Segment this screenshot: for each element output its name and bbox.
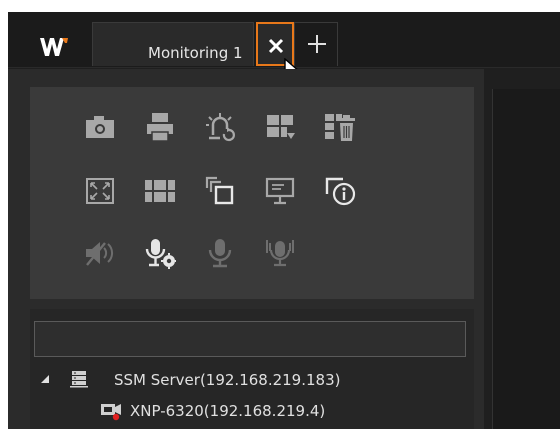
monitor-icon — [265, 177, 295, 205]
toolbar — [30, 87, 474, 299]
mute-audio-button[interactable] — [80, 233, 120, 273]
printer-icon — [147, 113, 173, 142]
camera-icon — [86, 116, 114, 138]
print-button[interactable] — [140, 107, 180, 147]
layout-dropdown-icon — [267, 115, 295, 139]
microphone-icon — [208, 239, 232, 268]
mic-settings-button[interactable] — [140, 233, 180, 273]
delete-layout-icon — [325, 114, 355, 141]
info-window-button[interactable] — [320, 171, 360, 211]
mic-settings-icon — [145, 239, 176, 269]
device-tree: SSM Server(192.168.219.183) XNP-6320(192… — [30, 309, 474, 429]
alarm-reset-button[interactable] — [200, 107, 240, 147]
grid-layout-icon — [145, 180, 175, 202]
app-window: Monitoring 1 SSM Server(192.168.219.183)… — [8, 12, 560, 429]
close-icon — [268, 38, 284, 54]
mute-icon — [86, 242, 114, 266]
server-label: SSM Server(192.168.219.183) — [114, 371, 341, 389]
fullscreen-icon — [86, 178, 114, 204]
app-logo — [38, 32, 70, 58]
monitor-display-button[interactable] — [260, 171, 300, 211]
copy-window-icon — [205, 176, 234, 205]
tab-bar: Monitoring 1 — [8, 12, 560, 82]
microphone-button[interactable] — [200, 233, 240, 273]
delete-layout-button[interactable] — [320, 107, 360, 147]
camera-device-icon — [101, 404, 121, 421]
camera-snapshot-button[interactable] — [80, 107, 120, 147]
tree-item-server[interactable]: SSM Server(192.168.219.183) — [40, 368, 460, 392]
alarm-reset-icon — [206, 113, 235, 142]
info-window-icon — [325, 177, 356, 206]
microphone-broadcast-button[interactable] — [260, 233, 300, 273]
tile-layout-button[interactable] — [140, 171, 180, 211]
tree-item-device[interactable]: XNP-6320(192.168.219.4) — [40, 399, 460, 423]
collapse-arrow-icon[interactable] — [40, 374, 50, 384]
layout-menu-button[interactable] — [260, 107, 300, 147]
device-search-input[interactable] — [34, 321, 466, 357]
tab-monitoring[interactable]: Monitoring 1 — [92, 22, 254, 66]
video-view-panel[interactable] — [492, 89, 560, 429]
server-icon — [70, 371, 88, 388]
tab-label: Monitoring 1 — [148, 44, 243, 62]
left-panel: SSM Server(192.168.219.183) XNP-6320(192… — [8, 69, 484, 429]
plus-icon — [308, 35, 326, 53]
copy-window-button[interactable] — [200, 171, 240, 211]
device-label: XNP-6320(192.168.219.4) — [130, 402, 326, 420]
microphone-broadcast-icon — [266, 240, 294, 267]
fullscreen-button[interactable] — [80, 171, 120, 211]
